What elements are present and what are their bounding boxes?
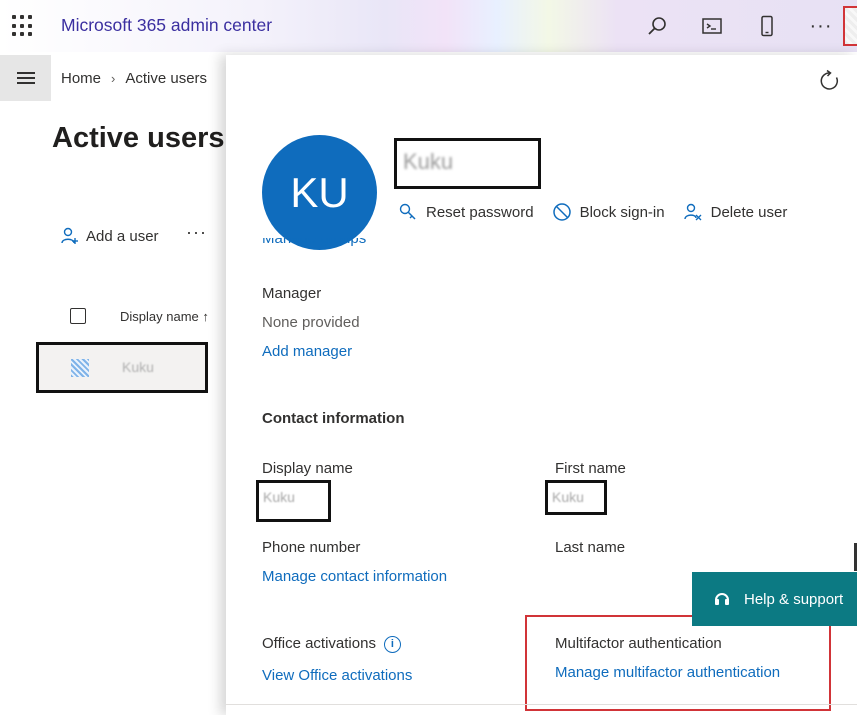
add-manager-link[interactable]: Add manager [262, 343, 352, 360]
breadcrumb-separator-icon: › [111, 71, 116, 86]
reset-password-button[interactable]: Reset password [398, 202, 534, 222]
account-avatar[interactable] [843, 6, 857, 46]
avatar: KU [262, 135, 377, 250]
mobile-icon[interactable] [754, 13, 780, 39]
contact-information-heading: Contact information [262, 410, 405, 427]
headset-icon [714, 590, 730, 608]
add-person-icon [61, 227, 78, 244]
row-user-name[interactable]: Kuku [122, 359, 154, 375]
manage-mfa-link[interactable]: Manage multifactor authentication [555, 664, 780, 681]
block-sign-in-button[interactable]: Block sign-in [552, 202, 665, 222]
breadcrumb-current: Active users [125, 70, 208, 87]
manage-contact-information-link[interactable]: Manage contact information [262, 568, 447, 585]
user-icon [71, 359, 89, 377]
terminal-icon[interactable] [699, 13, 725, 39]
user-actions: Reset password Block sign-in Delete user [398, 202, 787, 222]
select-all-checkbox[interactable] [70, 308, 86, 324]
table-row[interactable]: Kuku [36, 342, 208, 393]
panel-divider [226, 704, 857, 705]
delete-person-icon [683, 203, 702, 221]
mfa-highlight-box [525, 615, 831, 711]
manage-groups-link[interactable]: Manage groups [262, 238, 366, 250]
breadcrumb-home[interactable]: Home [61, 70, 101, 87]
key-icon [399, 203, 416, 220]
user-name-text: Kuku [403, 149, 454, 174]
top-bar: Microsoft 365 admin center ··· [0, 0, 857, 52]
office-activations-label: Office activations i [262, 635, 401, 653]
last-name-label: Last name [555, 539, 626, 556]
breadcrumb: Home › Active users [61, 70, 207, 87]
more-icon[interactable]: ··· [808, 13, 834, 39]
info-icon[interactable]: i [383, 635, 401, 653]
block-icon [552, 203, 571, 221]
help-support-button[interactable]: Help & support [692, 572, 857, 626]
display-name-label: Display name [262, 460, 353, 477]
manager-label: Manager [262, 285, 322, 302]
column-header-display-name[interactable]: Display name ↑ [120, 309, 209, 324]
mfa-label: Multifactor authentication [555, 635, 722, 652]
nav-toggle-button[interactable] [0, 55, 51, 101]
phone-number-label: Phone number [262, 539, 361, 556]
reset-password-label: Reset password [426, 203, 534, 221]
add-user-button[interactable]: Add a user [60, 226, 159, 246]
view-office-activations-link[interactable]: View Office activations [262, 667, 412, 684]
help-support-label: Help & support [744, 590, 844, 608]
manager-value: None provided [262, 314, 360, 331]
hamburger-icon [16, 72, 35, 84]
app-launcher-icon[interactable] [12, 15, 34, 37]
delete-user-label: Delete user [710, 203, 788, 221]
first-name-label: First name [555, 460, 626, 477]
block-sign-in-label: Block sign-in [579, 203, 665, 221]
delete-user-button[interactable]: Delete user [683, 202, 788, 222]
search-icon[interactable] [644, 13, 670, 39]
page-title: Active users [52, 122, 225, 154]
more-commands-button[interactable]: ··· [186, 222, 207, 243]
display-name-value: Kuku [256, 480, 331, 522]
user-name-heading: Kuku [394, 138, 541, 189]
first-name-value: Kuku [545, 480, 607, 515]
refresh-icon[interactable] [818, 69, 842, 93]
add-user-label: Add a user [86, 227, 159, 245]
app-title[interactable]: Microsoft 365 admin center [61, 15, 272, 36]
